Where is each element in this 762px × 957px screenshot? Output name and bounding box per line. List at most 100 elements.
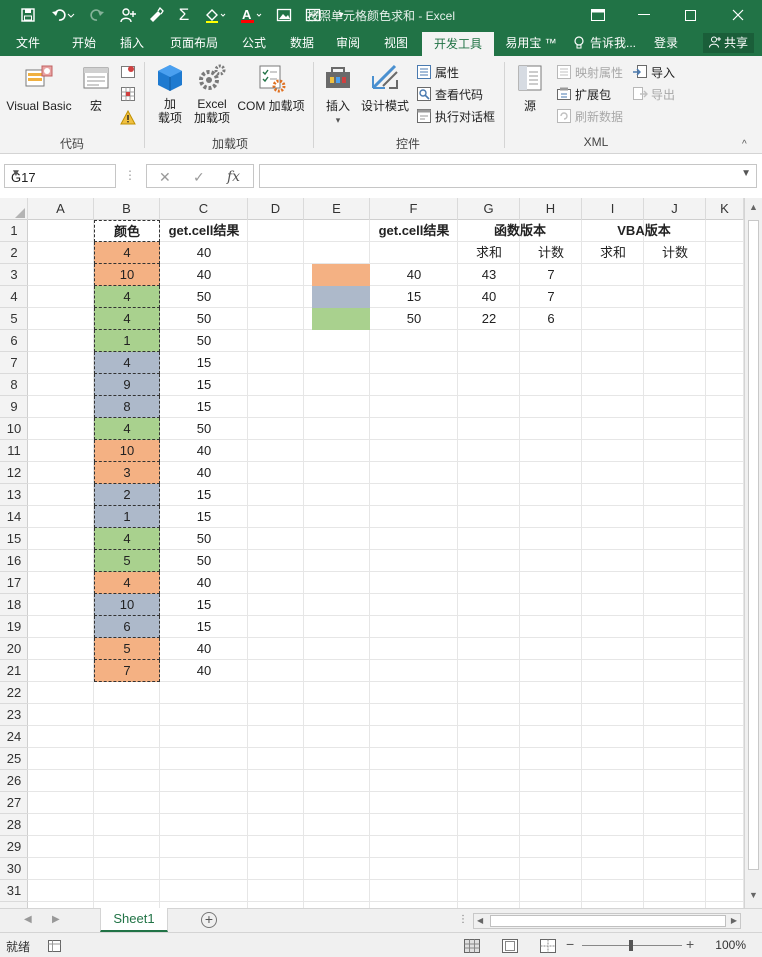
color-value-cell[interactable]: 4 (94, 308, 160, 330)
row-header-14[interactable]: 14 (0, 506, 28, 528)
scroll-left-icon[interactable]: ◀ (477, 916, 483, 925)
getcell-result-cell[interactable]: 50 (160, 286, 248, 308)
tab-formulas[interactable]: 公式 (232, 30, 276, 56)
summary-count-cell[interactable]: 7 (520, 264, 582, 286)
summary-code-cell[interactable]: 50 (370, 308, 458, 330)
chevron-down-icon[interactable]: ▼ (11, 168, 110, 179)
getcell-result-cell[interactable]: 40 (160, 462, 248, 484)
expand-formula-icon[interactable]: ▼ (741, 168, 751, 179)
run-dialog-button[interactable]: 执行对话框 (416, 106, 495, 126)
summary-count-cell[interactable]: 6 (520, 308, 582, 330)
tab-file[interactable]: 文件 (6, 30, 50, 56)
getcell-result-cell[interactable]: 40 (160, 660, 248, 682)
excel-addins-button[interactable]: Excel 加载项 (192, 62, 232, 125)
getcell-result-cell[interactable]: 40 (160, 264, 248, 286)
getcell-result-cell[interactable]: 40 (160, 638, 248, 660)
maximize-icon[interactable] (670, 0, 710, 30)
summary-sum-label[interactable]: 求和 (458, 242, 520, 264)
prev-sheet-icon[interactable]: ◀ (24, 914, 32, 925)
add-sheet-icon[interactable]: + (201, 912, 217, 928)
row-header-22[interactable]: 22 (0, 682, 28, 704)
export-button[interactable]: 导出 (632, 84, 675, 104)
summary-color-swatch[interactable] (312, 264, 370, 286)
row-header-21[interactable]: 21 (0, 660, 28, 682)
row-header-12[interactable]: 12 (0, 462, 28, 484)
row-header-8[interactable]: 8 (0, 374, 28, 396)
relative-reference-icon[interactable] (120, 84, 136, 104)
row-header-25[interactable]: 25 (0, 748, 28, 770)
row-header-24[interactable]: 24 (0, 726, 28, 748)
summary-vba-sum-label[interactable]: 求和 (582, 242, 644, 264)
column-header-c[interactable]: C (160, 198, 248, 220)
getcell-result-cell[interactable]: 15 (160, 396, 248, 418)
tell-me-box[interactable]: 告诉我... (590, 30, 646, 56)
formula-bar-grip-icon[interactable]: ⋮ (124, 168, 136, 184)
row-header-23[interactable]: 23 (0, 704, 28, 726)
row-header-11[interactable]: 11 (0, 440, 28, 462)
column-header-i[interactable]: I (582, 198, 644, 220)
tab-data[interactable]: 数据 (280, 30, 324, 56)
row-header-2[interactable]: 2 (0, 242, 28, 264)
getcell-result-cell[interactable]: 15 (160, 484, 248, 506)
summary-vba-count-label[interactable]: 计数 (644, 242, 706, 264)
refresh-data-button[interactable]: 刷新数据 (556, 106, 623, 126)
getcell-result-cell[interactable]: 15 (160, 594, 248, 616)
row-header-10[interactable]: 10 (0, 418, 28, 440)
header-getcell-cell[interactable]: get.cell结果 (160, 220, 248, 242)
row-header-15[interactable]: 15 (0, 528, 28, 550)
tab-review[interactable]: 审阅 (326, 30, 370, 56)
summary-count-cell[interactable]: 7 (520, 286, 582, 308)
map-properties-button[interactable]: 映射属性 (556, 62, 623, 82)
com-addins-button[interactable]: COM 加载项 (234, 62, 308, 113)
row-header-6[interactable]: 6 (0, 330, 28, 352)
summary-color-swatch[interactable] (312, 308, 370, 330)
cancel-icon[interactable]: ✕ (159, 169, 171, 186)
page-layout-view-icon[interactable] (502, 939, 518, 953)
color-value-cell[interactable]: 2 (94, 484, 160, 506)
row-header-28[interactable]: 28 (0, 814, 28, 836)
record-macro-icon[interactable] (120, 62, 136, 82)
color-value-cell[interactable]: 5 (94, 550, 160, 572)
color-value-cell[interactable]: 7 (94, 660, 160, 682)
color-value-cell[interactable]: 8 (94, 396, 160, 418)
getcell-result-cell[interactable]: 50 (160, 528, 248, 550)
summary-color-swatch[interactable] (312, 286, 370, 308)
row-header-3[interactable]: 3 (0, 264, 28, 286)
color-value-cell[interactable]: 10 (94, 264, 160, 286)
summary-sum-cell[interactable]: 43 (458, 264, 520, 286)
row-header-26[interactable]: 26 (0, 770, 28, 792)
column-header-d[interactable]: D (248, 198, 304, 220)
close-icon[interactable] (718, 0, 758, 30)
summary-sum-cell[interactable]: 40 (458, 286, 520, 308)
color-value-cell[interactable]: 5 (94, 638, 160, 660)
lightbulb-icon[interactable] (572, 30, 586, 56)
color-value-cell[interactable]: 3 (94, 462, 160, 484)
sheet-tab-sheet1[interactable]: Sheet1 (100, 908, 168, 932)
tab-developer[interactable]: 开发工具 (422, 32, 494, 56)
visual-basic-button[interactable]: Visual Basic (4, 62, 74, 113)
getcell-result-cell[interactable]: 40 (160, 440, 248, 462)
cells-area[interactable]: 颜色 get.cell结果 4 40 10 40 4 50 4 50 1 50 4 15 9 15 8 15 4 50… (28, 220, 744, 908)
getcell-result-cell[interactable]: 50 (160, 418, 248, 440)
getcell-result-cell[interactable]: 40 (160, 572, 248, 594)
macro-security-icon[interactable] (120, 108, 136, 128)
horizontal-scroll-thumb[interactable] (490, 915, 726, 927)
share-button[interactable]: 共享 (702, 33, 754, 53)
color-value-cell[interactable]: 4 (94, 352, 160, 374)
row-header-27[interactable]: 27 (0, 792, 28, 814)
next-sheet-icon[interactable]: ▶ (52, 914, 60, 925)
row-header-4[interactable]: 4 (0, 286, 28, 308)
summary-sum-cell[interactable]: 22 (458, 308, 520, 330)
name-box[interactable]: G17 ▼ (4, 164, 116, 188)
column-header-a[interactable]: A (28, 198, 94, 220)
column-header-b[interactable]: B (94, 198, 160, 220)
summary-code-cell[interactable]: 40 (370, 264, 458, 286)
row-header-5[interactable]: 5 (0, 308, 28, 330)
getcell-result-cell[interactable]: 40 (160, 242, 248, 264)
scroll-down-icon[interactable]: ▼ (749, 890, 758, 900)
worksheet-grid[interactable]: ABCDEFGHIJK 1 2 3 4 5 6 7 8 9 10 11 12 13 14 15 16 17 18 1… (0, 198, 762, 908)
row-header-20[interactable]: 20 (0, 638, 28, 660)
page-break-view-icon[interactable] (540, 939, 556, 953)
insert-function-icon[interactable]: fx (227, 169, 240, 185)
ribbon-display-icon[interactable] (578, 0, 618, 30)
